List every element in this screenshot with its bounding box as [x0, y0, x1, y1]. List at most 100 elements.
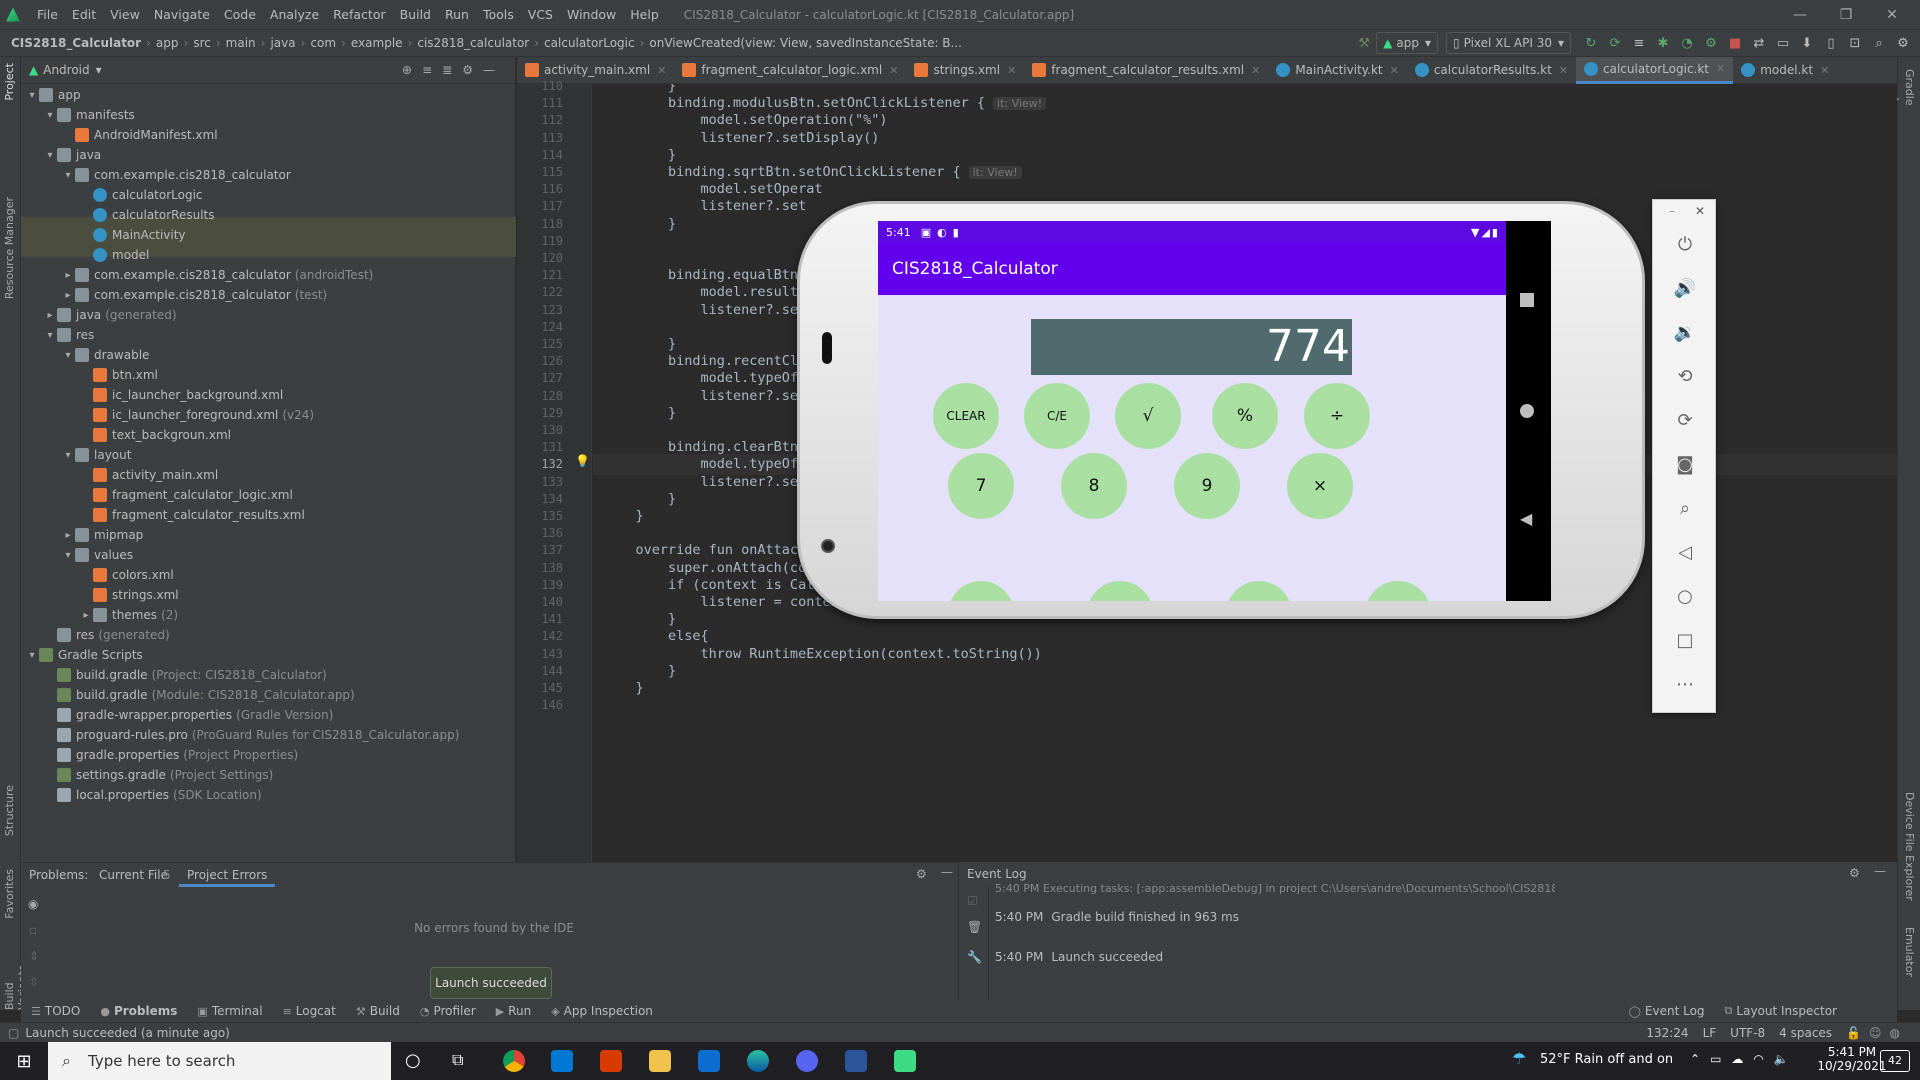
chevron-down-icon[interactable]: ▾ — [61, 170, 75, 181]
home-icon[interactable]: ○ — [1673, 584, 1697, 608]
sdk-manager-icon[interactable]: ⬇ — [1798, 34, 1816, 52]
close-tab-icon[interactable]: ✕ — [1820, 64, 1829, 77]
menu-item-view[interactable]: View — [103, 7, 147, 22]
tree-item[interactable]: activity_main.xml — [79, 465, 218, 485]
device-dropdown[interactable]: ▯ Pixel XL API 30 ▾ — [1446, 32, 1571, 54]
menu-item-tools[interactable]: Tools — [476, 7, 521, 22]
onedrive-icon[interactable]: ☁ — [1731, 1052, 1753, 1066]
tree-item[interactable]: ▾ manifests — [43, 105, 135, 125]
tree-item[interactable]: model — [79, 245, 149, 265]
calc-button[interactable]: × — [1287, 453, 1353, 519]
menu-item-build[interactable]: Build — [393, 7, 438, 22]
smile-icon[interactable]: ☺ — [1869, 1026, 1890, 1040]
project-tool-button[interactable]: Project — [3, 63, 16, 101]
tree-item[interactable]: ▾ app — [25, 85, 81, 105]
layout-inspector-icon[interactable]: ⊡ — [1846, 34, 1864, 52]
minimize-icon[interactable]: – — [1669, 204, 1675, 218]
zoom-icon[interactable]: ⌕ — [1673, 496, 1697, 520]
settings-icon[interactable]: ⚙ — [1894, 34, 1912, 52]
breadcrumb-item[interactable]: calculatorLogic — [541, 36, 638, 50]
tree-item[interactable]: gradle.properties (Project Properties) — [43, 745, 298, 765]
tree-item[interactable]: calculatorResults — [79, 205, 215, 225]
chevron-right-icon[interactable]: ▸ — [61, 290, 75, 301]
chevron-down-icon[interactable]: ▾ — [61, 350, 75, 361]
favorites-tool-button[interactable]: Favorites — [3, 869, 16, 919]
tree-item[interactable]: ▸ com.example.cis2818_calculator (androidT… — [61, 265, 373, 285]
chevron-down-icon[interactable]: ▾ — [61, 550, 75, 561]
tree-item[interactable]: ▾ layout — [61, 445, 131, 465]
collapse-all-icon[interactable]: ≣ — [442, 63, 462, 77]
tree-item[interactable]: ▾ com.example.cis2818_calculator — [61, 165, 291, 185]
close-tab-icon[interactable]: ✕ — [1007, 64, 1016, 77]
close-tab-icon[interactable]: ✕ — [1251, 64, 1260, 77]
home-nav-icon[interactable] — [1520, 404, 1534, 418]
tree-item[interactable]: build.gradle (Project: CIS2818_Calculator… — [43, 665, 327, 685]
gear-icon[interactable]: ⚙ — [1849, 866, 1860, 880]
lock-icon[interactable]: 🔓 — [1846, 1026, 1869, 1040]
maximize-icon[interactable]: ❐ — [1823, 0, 1869, 29]
overview-icon[interactable]: □ — [1673, 628, 1697, 652]
breadcrumb-item[interactable]: CIS2818_Calculator — [8, 36, 144, 50]
resource-manager-tool-button[interactable]: Resource Manager — [3, 197, 16, 299]
tree-item[interactable]: ic_launcher_foreground.xml (v24) — [79, 405, 314, 425]
menu-item-run[interactable]: Run — [438, 7, 476, 22]
line-separator[interactable]: LF — [1703, 1026, 1717, 1040]
rotate-right-icon[interactable]: ⟳ — [1673, 408, 1697, 432]
store-icon[interactable] — [698, 1050, 720, 1072]
apply-changes-icon[interactable]: ⟳ — [1606, 34, 1624, 52]
tool-window-layout-inspector[interactable]: ⧉ Layout Inspector — [1725, 1004, 1837, 1018]
breadcrumb-item[interactable]: com — [307, 36, 339, 50]
volume-down-icon[interactable]: 🔉 — [1673, 320, 1697, 344]
tool-window-event-log[interactable]: ◯ Event Log — [1629, 1004, 1705, 1018]
file-encoding[interactable]: UTF-8 — [1730, 1026, 1765, 1040]
chevron-right-icon[interactable]: ▸ — [79, 610, 93, 621]
close-tab-icon[interactable]: ✕ — [889, 64, 898, 77]
stop-icon[interactable]: ■ — [1726, 34, 1744, 52]
calc-button-partial[interactable] — [1365, 581, 1431, 601]
menu-item-edit[interactable]: Edit — [65, 7, 103, 22]
discord-icon[interactable] — [796, 1050, 818, 1072]
breadcrumb-item[interactable]: main — [223, 36, 259, 50]
menu-item-navigate[interactable]: Navigate — [147, 7, 217, 22]
tree-item[interactable]: calculatorLogic — [79, 185, 203, 205]
chevron-down-icon[interactable]: ▾ — [61, 450, 75, 461]
tree-item[interactable]: btn.xml — [79, 365, 158, 385]
structure-tool-button[interactable]: Structure — [3, 785, 16, 836]
speaker-icon[interactable]: 🔈 — [1774, 1052, 1799, 1066]
tree-item[interactable]: ▸ java (generated) — [43, 305, 177, 325]
more-icon[interactable]: ⋯ — [1673, 672, 1697, 696]
tree-item[interactable]: fragment_calculator_results.xml — [79, 505, 305, 525]
gear-icon[interactable]: ⚙ — [916, 867, 927, 881]
tree-item[interactable]: res (generated) — [43, 625, 170, 645]
tree-item[interactable]: proguard-rules.pro (ProGuard Rules for CI… — [43, 725, 459, 745]
tab-fragment-calculator-logic-xml[interactable]: fragment_calculator_logic.xml ✕ — [674, 57, 906, 84]
office-icon[interactable] — [600, 1050, 622, 1072]
breadcrumb-item[interactable]: example — [348, 36, 406, 50]
tree-item[interactable]: build.gradle (Module: CIS2818_Calculator.… — [43, 685, 355, 705]
calc-button-partial[interactable] — [1087, 581, 1153, 601]
sync-icon[interactable]: ⇄ — [1750, 34, 1768, 52]
menu-item-refactor[interactable]: Refactor — [326, 7, 392, 22]
rerun-icon[interactable]: ↻ — [1582, 34, 1600, 52]
tree-item[interactable]: local.properties (SDK Location) — [43, 785, 262, 805]
tab-calculatorresults-kt[interactable]: calculatorResults.kt ✕ — [1407, 57, 1576, 84]
menu-item-analyze[interactable]: Analyze — [263, 7, 326, 22]
calc-button[interactable]: ÷ — [1304, 383, 1370, 449]
gradle-tool-button[interactable]: Gradle — [1903, 69, 1916, 106]
expand-all-icon[interactable]: ≡ — [422, 63, 442, 77]
chevron-right-icon[interactable]: ▸ — [61, 530, 75, 541]
expand-icon[interactable]: ⇕ — [29, 949, 39, 963]
menu-item-code[interactable]: Code — [217, 7, 263, 22]
menu-item-vcs[interactable]: VCS — [521, 7, 560, 22]
chevron-down-icon[interactable]: ▾ — [25, 650, 39, 661]
task-view-icon[interactable]: ⧉ — [452, 1050, 463, 1070]
tree-item[interactable]: ic_launcher_background.xml — [79, 385, 283, 405]
apply-code-changes-icon[interactable]: ≡ — [1630, 34, 1648, 52]
tool-window-todo[interactable]: ☰ TODO — [31, 1004, 80, 1018]
chevron-right-icon[interactable]: ▸ — [43, 310, 57, 321]
hammer-icon[interactable]: ⚒ — [1355, 34, 1373, 52]
tree-item[interactable]: ▸ mipmap — [61, 525, 143, 545]
device-file-explorer-tool-button[interactable]: Device File Explorer — [1903, 792, 1916, 901]
close-icon[interactable]: ✕ — [1695, 204, 1705, 218]
calc-button[interactable]: 8 — [1061, 453, 1127, 519]
